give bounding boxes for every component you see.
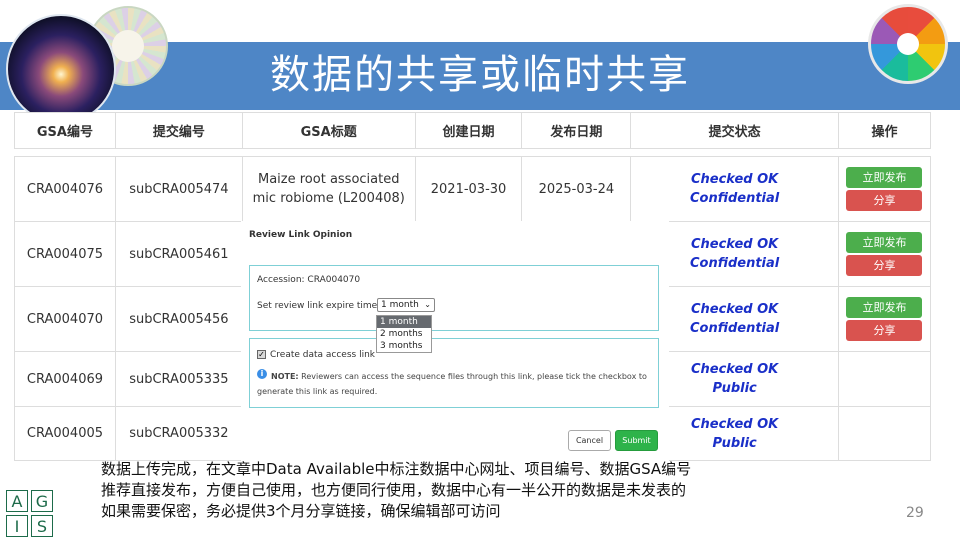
logo-letter: I [6, 515, 28, 537]
submission-link[interactable]: subCRA005461 [114, 221, 243, 287]
gsa-link[interactable]: CRA004075 [14, 221, 116, 287]
publish-button[interactable]: 立即发布 [846, 297, 923, 318]
submission-link[interactable]: subCRA005335 [114, 351, 243, 407]
publish-button[interactable]: 立即发布 [846, 167, 923, 188]
note-line: 数据上传完成，在文章中Data Available中标注数据中心网址、项目编号、… [101, 460, 692, 478]
status-cell: Checked OK Confidential [630, 156, 839, 222]
gsa-link[interactable]: CRA004070 [14, 286, 116, 352]
col-actions: 操作 [838, 112, 931, 149]
note-text: NOTE: Reviewers can access the sequence … [257, 369, 657, 399]
gsa-link[interactable]: CRA004069 [14, 351, 116, 407]
review-link-dialog: Review Link Opinion Accession: CRA004070… [241, 221, 669, 461]
col-release-date: 发布日期 [521, 112, 632, 149]
selected-option: 1 month [381, 300, 419, 310]
actions-cell: 立即发布 分享 [837, 286, 932, 352]
microbiome-wheel-image [868, 4, 948, 84]
table-row: CRA004076 subCRA005474 Maize root associ… [14, 156, 932, 222]
accession-label: Accession: CRA004070 [257, 275, 361, 285]
logo-letter: S [31, 515, 53, 537]
agis-logo: A G I S [4, 488, 54, 538]
page-number: 29 [906, 505, 924, 521]
gsa-link[interactable]: CRA004005 [14, 406, 116, 461]
submission-link[interactable]: subCRA005456 [114, 286, 243, 352]
share-button[interactable]: 分享 [846, 320, 923, 341]
release-date-cell: 2025-03-24 [521, 156, 632, 222]
note-line: 推荐直接发布，方便自己使用，也方便同行使用，数据中心有一半公开的数据是未发表的 [101, 481, 687, 499]
chevron-down-icon: ⌄ [424, 300, 431, 309]
option-2-months[interactable]: 2 months [377, 328, 431, 340]
col-submission-id: 提交编号 [114, 112, 243, 149]
col-submission-status: 提交状态 [630, 112, 840, 149]
actions-cell: 立即发布 分享 [837, 221, 932, 287]
submission-link[interactable]: subCRA005474 [114, 156, 243, 222]
expire-settings-panel: Accession: CRA004070 Set review link exp… [249, 265, 659, 331]
col-gsa-title: GSA标题 [241, 112, 416, 149]
galaxy-image [6, 14, 116, 124]
slide-notes: 数据上传完成，在文章中Data Available中标注数据中心网址、项目编号、… [101, 459, 691, 522]
option-3-months[interactable]: 3 months [377, 340, 431, 352]
status-check: Checked OK [690, 172, 779, 187]
cancel-button[interactable]: Cancel [568, 430, 611, 451]
submission-link[interactable]: subCRA005332 [114, 406, 243, 461]
info-icon: i [257, 369, 267, 379]
created-date-cell: 2021-03-30 [414, 156, 523, 222]
note-line: 如果需要保密，务必提供3个月分享链接，确保编辑部可访问 [101, 502, 501, 520]
publish-button[interactable]: 立即发布 [846, 232, 923, 253]
logo-letter: G [31, 490, 53, 512]
access-link-panel: ✓ Create data access link NOTE: Reviewer… [249, 338, 659, 408]
logo-letter: A [6, 490, 28, 512]
actions-cell: 立即发布 分享 [837, 156, 932, 222]
create-link-label: Create data access link [270, 350, 376, 360]
expire-time-label: Set review link expire time [257, 301, 378, 311]
table-header: GSA编号 提交编号 GSA标题 创建日期 发布日期 提交状态 操作 [14, 112, 931, 149]
submit-button[interactable]: Submit [615, 430, 658, 451]
col-gsa-id: GSA编号 [14, 112, 116, 149]
actions-cell [837, 406, 932, 461]
share-button[interactable]: 分享 [846, 255, 923, 276]
create-link-checkbox[interactable]: ✓ [257, 350, 266, 359]
note-body: Reviewers can access the sequence files … [257, 372, 647, 396]
dialog-title: Review Link Opinion [249, 230, 353, 240]
expire-time-select[interactable]: 1 month ⌄ [377, 298, 435, 312]
option-1-month[interactable]: 1 month [377, 316, 431, 328]
status-visibility: Confidential [690, 191, 780, 206]
gsa-title-cell: Maize root associated mic robiome (L2004… [241, 156, 416, 222]
actions-cell [837, 351, 932, 407]
share-button[interactable]: 分享 [846, 190, 923, 211]
gsa-link[interactable]: CRA004076 [14, 156, 116, 222]
expire-time-options: 1 month 2 months 3 months [376, 315, 432, 353]
note-prefix: NOTE: [271, 372, 299, 381]
col-created-date: 创建日期 [414, 112, 523, 149]
